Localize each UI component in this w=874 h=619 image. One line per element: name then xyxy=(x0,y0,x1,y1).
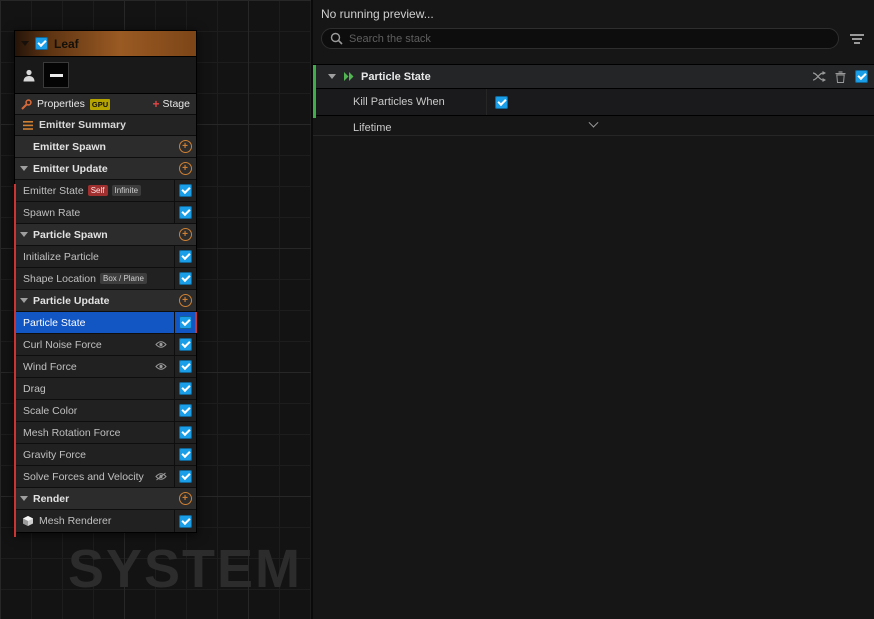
selection-panel: No running preview... Par xyxy=(313,0,874,619)
enabled-checkbox[interactable] xyxy=(179,426,192,439)
add-module-icon[interactable]: + xyxy=(178,228,192,241)
chevron-down-icon[interactable] xyxy=(20,496,28,501)
add-stage-button[interactable]: + Stage xyxy=(153,98,190,110)
chevron-down-icon xyxy=(588,117,599,128)
emitter-summary-row[interactable]: Emitter Summary xyxy=(15,115,196,136)
user-icon xyxy=(23,69,35,81)
stack-group-particle-update[interactable]: Particle Update + xyxy=(15,290,196,312)
wrench-icon xyxy=(21,98,32,110)
search-row xyxy=(313,25,874,49)
enabled-checkbox[interactable] xyxy=(179,184,192,197)
stack-module-curl-noise-force[interactable]: Curl Noise Force xyxy=(15,334,196,356)
module-color-strip xyxy=(313,65,316,118)
summary-list-icon xyxy=(23,120,33,130)
enabled-checkbox[interactable] xyxy=(179,360,192,373)
chevron-down-icon[interactable] xyxy=(20,232,28,237)
kill-particles-checkbox[interactable] xyxy=(495,95,508,109)
stack-item-title: Particle State xyxy=(361,70,431,83)
filter-icon[interactable] xyxy=(848,30,866,48)
stack-module-scale-color[interactable]: Scale Color xyxy=(15,400,196,422)
emitter-header[interactable]: Leaf xyxy=(15,31,196,57)
stack-module-drag[interactable]: Drag xyxy=(15,378,196,400)
stack-details-section: Particle State Kill Particles When Lifet… xyxy=(313,64,874,136)
delete-icon[interactable] xyxy=(835,70,846,83)
node-graph-canvas[interactable]: SYSTEM Leaf Properties GPU + Stage Emitt… xyxy=(0,0,311,619)
emitter-thumbnail[interactable] xyxy=(43,62,69,88)
canvas-watermark: SYSTEM xyxy=(68,539,303,599)
collapse-arrow-icon[interactable] xyxy=(21,41,29,46)
preview-status-text: No running preview... xyxy=(321,7,434,21)
enabled-checkbox[interactable] xyxy=(179,206,192,219)
add-module-icon[interactable]: + xyxy=(178,140,192,153)
property-row-kill-particles[interactable]: Kill Particles When Lifetime xyxy=(313,89,874,134)
self-badge: Self xyxy=(87,185,108,196)
stack-module-mesh-renderer[interactable]: Mesh Renderer xyxy=(15,510,196,532)
property-label: Kill Particles When Lifetime xyxy=(313,89,487,134)
shuffle-icon[interactable] xyxy=(812,71,826,82)
stack-module-emitter-state[interactable]: Emitter State Self Infinite xyxy=(15,180,196,202)
search-icon xyxy=(330,32,343,45)
plus-icon: + xyxy=(152,97,160,111)
emitter-thumbnail-row xyxy=(15,57,196,94)
stack-module-mesh-rotation-force[interactable]: Mesh Rotation Force xyxy=(15,422,196,444)
emitter-summary-label: Emitter Summary xyxy=(39,119,126,131)
enabled-checkbox[interactable] xyxy=(179,382,192,395)
stack-group-emitter-spawn[interactable]: Emitter Spawn + xyxy=(15,136,196,158)
chevron-down-icon[interactable] xyxy=(20,298,28,303)
expander-row[interactable] xyxy=(313,116,874,136)
enabled-checkbox[interactable] xyxy=(179,470,192,483)
chevron-down-icon[interactable] xyxy=(328,74,336,79)
add-module-icon[interactable]: + xyxy=(178,294,192,307)
thumbnail-sprite xyxy=(49,73,63,77)
stack-search-input[interactable] xyxy=(349,32,830,45)
stack-module-particle-state[interactable]: Particle State xyxy=(15,312,197,334)
enabled-checkbox[interactable] xyxy=(179,316,192,329)
stack-module-spawn-rate[interactable]: Spawn Rate xyxy=(15,202,196,224)
gpu-badge: GPU xyxy=(89,98,111,110)
eye-icon[interactable] xyxy=(155,340,167,349)
chevron-down-icon[interactable] xyxy=(20,166,28,171)
properties-label: Properties xyxy=(37,98,85,110)
enabled-checkbox[interactable] xyxy=(179,404,192,417)
niagara-editor: SYSTEM Leaf Properties GPU + Stage Emitt… xyxy=(0,0,874,619)
stack-group-particle-spawn[interactable]: Particle Spawn + xyxy=(15,224,196,246)
emitter-node-leaf[interactable]: Leaf Properties GPU + Stage Emitter Summ… xyxy=(14,30,197,537)
eye-icon[interactable] xyxy=(155,362,167,371)
emitter-title: Leaf xyxy=(54,36,79,51)
issue-indicator-strip xyxy=(14,184,16,537)
shape-badge: Box / Plane xyxy=(99,273,147,284)
stack-group-render[interactable]: Render + xyxy=(15,488,196,510)
add-module-icon[interactable]: + xyxy=(178,162,192,175)
module-script-icon xyxy=(344,72,354,81)
enabled-checkbox[interactable] xyxy=(179,250,192,263)
search-box[interactable] xyxy=(321,28,839,49)
emitter-enabled-checkbox[interactable] xyxy=(35,37,48,50)
module-enabled-checkbox[interactable] xyxy=(855,70,868,83)
enabled-checkbox[interactable] xyxy=(179,338,192,351)
enabled-checkbox[interactable] xyxy=(179,272,192,285)
stack-module-wind-force[interactable]: Wind Force xyxy=(15,356,196,378)
cube-icon xyxy=(23,516,33,526)
eye-slash-icon[interactable] xyxy=(155,472,167,481)
enabled-checkbox[interactable] xyxy=(179,514,192,528)
stack-item-header-particle-state[interactable]: Particle State xyxy=(313,65,874,89)
stack-module-solve-forces-and-velocity[interactable]: Solve Forces and Velocity xyxy=(15,466,196,488)
infinite-badge: Infinite xyxy=(111,185,142,196)
add-renderer-icon[interactable]: + xyxy=(178,492,192,505)
stack-module-shape-location[interactable]: Shape Location Box / Plane xyxy=(15,268,196,290)
stack-module-gravity-force[interactable]: Gravity Force xyxy=(15,444,196,466)
stack-group-emitter-update[interactable]: Emitter Update + xyxy=(15,158,196,180)
stack-module-initialize-particle[interactable]: Initialize Particle xyxy=(15,246,196,268)
stack-rows: Emitter Spawn + Emitter Update + Emitter… xyxy=(15,136,197,532)
properties-row[interactable]: Properties GPU + Stage xyxy=(15,94,196,115)
enabled-checkbox[interactable] xyxy=(179,448,192,461)
